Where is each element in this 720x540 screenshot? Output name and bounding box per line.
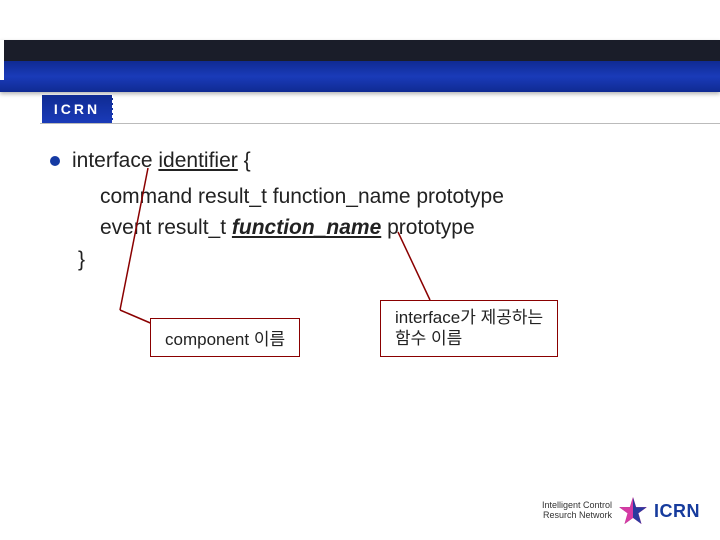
header-accent <box>0 40 4 80</box>
callout-right-line2: 함수 이름 <box>395 328 543 349</box>
code-line-1: command result_t function_name prototype <box>100 181 690 213</box>
kw-interface: interface <box>72 149 153 172</box>
code-line-2: event result_t function_name prototype <box>100 212 690 244</box>
star-icon <box>618 496 648 526</box>
callout-right-line1: interface가 제공하는 <box>395 308 543 327</box>
brace-open: { <box>244 149 251 172</box>
footer-brand: ICRN <box>654 501 700 522</box>
footer-text: Intelligent Control Resurch Network <box>542 501 612 521</box>
bullet-icon <box>50 156 60 166</box>
callout-left-text: component 이름 <box>165 330 285 349</box>
bullet-row: interface identifier { <box>50 145 690 177</box>
code-line2-suffix: prototype <box>381 216 474 239</box>
callout-left: component 이름 <box>150 318 300 357</box>
brace-close: } <box>78 244 690 276</box>
code-line2-emph: function_name <box>232 216 381 239</box>
header-bar <box>0 40 720 92</box>
kw-identifier: identifier <box>158 149 237 172</box>
slide-content: interface identifier { command result_t … <box>50 145 690 275</box>
icrn-tab-label: ICRN <box>54 101 100 117</box>
footer-logo: Intelligent Control Resurch Network ICRN <box>542 496 700 526</box>
header-underline <box>40 123 720 124</box>
callout-right: interface가 제공하는 함수 이름 <box>380 300 558 357</box>
code-line2-prefix: event result_t <box>100 216 232 239</box>
code-block: command result_t function_name prototype… <box>100 181 690 244</box>
footer-line2: Resurch Network <box>542 511 612 521</box>
icrn-tab: ICRN <box>42 95 113 123</box>
